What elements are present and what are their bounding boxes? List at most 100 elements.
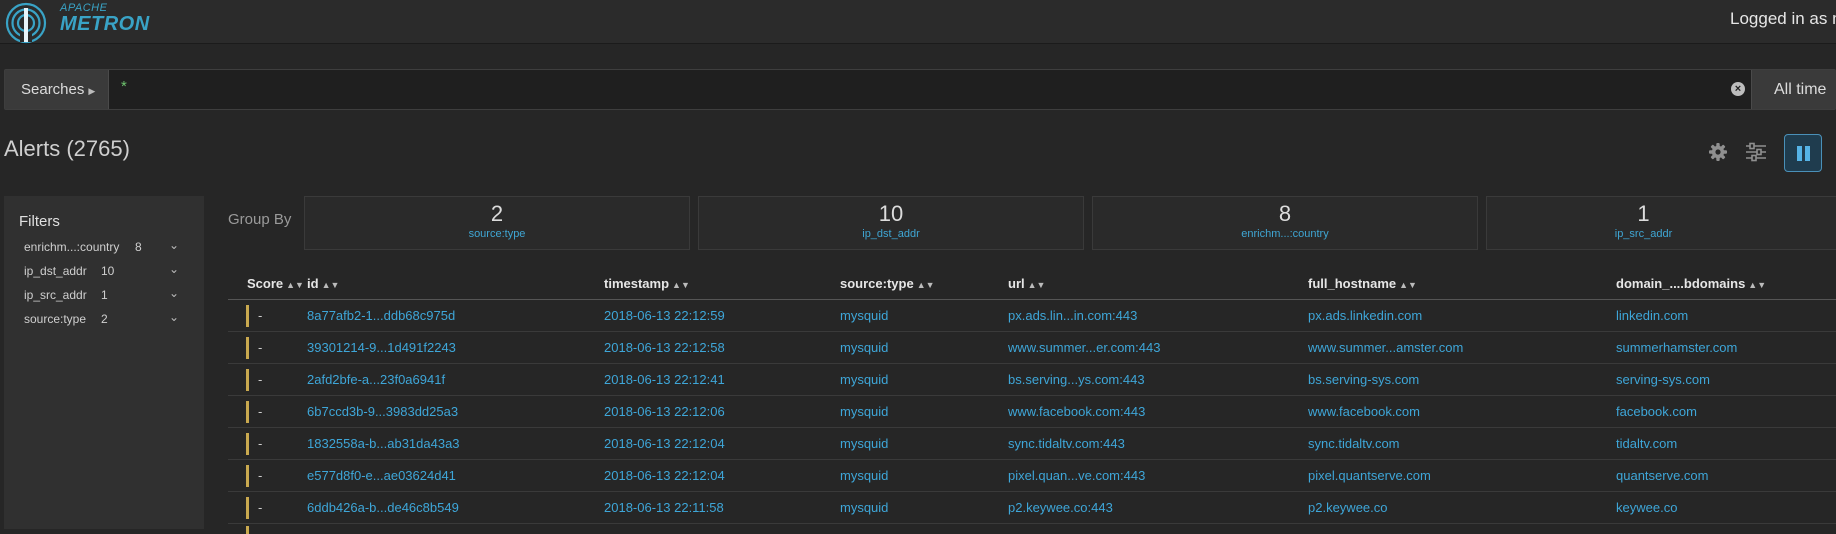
metron-logo[interactable]: APACHE METRON	[4, 0, 154, 44]
cell-url[interactable]: p2.keywee.co:443	[1008, 500, 1113, 515]
filters-panel: Filters enrichm...:country 8 ⌄ ip_dst_ad…	[4, 196, 204, 529]
table-row[interactable]: - 1832558a-b...ab31da43a3 2018-06-13 22:…	[228, 428, 1836, 460]
cell-score: -	[258, 468, 263, 483]
cell-score: -	[258, 372, 263, 387]
cell-timestamp[interactable]: 2018-06-13 22:12:04	[604, 468, 725, 483]
cell-domain[interactable]: summerhamster.com	[1616, 340, 1737, 355]
filter-item[interactable]: ip_dst_addr 10 ⌄	[24, 262, 189, 284]
column-header-source-type[interactable]: source:type ▲▼	[840, 276, 935, 291]
cell-source-type[interactable]: mysquid	[840, 468, 888, 483]
column-header-timestamp[interactable]: timestamp ▲▼	[604, 276, 690, 291]
sort-icon: ▲▼	[286, 280, 304, 290]
column-header-domain[interactable]: domain_....bdomains ▲▼	[1616, 276, 1766, 291]
filter-count: 10	[101, 264, 115, 278]
cell-id[interactable]: 1832558a-b...ab31da43a3	[307, 436, 460, 451]
cell-domain[interactable]: keywee.co	[1616, 500, 1677, 515]
group-by-card[interactable]: 1 ip_src_addr	[1486, 196, 1836, 250]
table-row[interactable]: - e577d8f0-e...ae03624d41 2018-06-13 22:…	[228, 460, 1836, 492]
logged-in-user[interactable]: Logged in as m	[1730, 9, 1836, 29]
group-count: 2	[490, 201, 504, 226]
cell-domain[interactable]: facebook.com	[1616, 404, 1697, 419]
cell-timestamp[interactable]: 2018-06-13 22:12:41	[604, 372, 725, 387]
cell-url[interactable]: www.facebook.com:443	[1008, 404, 1145, 419]
caret-right-icon: ▶	[88, 86, 96, 96]
sort-icon: ▲▼	[672, 280, 690, 290]
group-count: 10	[878, 201, 904, 226]
cell-score: -	[258, 404, 263, 419]
cell-source-type[interactable]: mysquid	[840, 372, 888, 387]
cell-source-type[interactable]: mysquid	[840, 436, 888, 451]
cell-domain[interactable]: tidaltv.com	[1616, 436, 1677, 451]
group-by-card[interactable]: 8 enrichm...:country	[1092, 196, 1478, 250]
sort-icon: ▲▼	[1027, 280, 1046, 290]
group-field: ip_src_addr	[1614, 228, 1673, 241]
pause-button[interactable]	[1784, 134, 1822, 172]
group-by-card[interactable]: 10 ip_dst_addr	[698, 196, 1084, 250]
column-label: source:type	[840, 276, 914, 291]
cell-source-type[interactable]: mysquid	[840, 340, 888, 355]
cell-timestamp[interactable]: 2018-06-13 22:12:58	[604, 340, 725, 355]
cell-source-type[interactable]: mysquid	[840, 500, 888, 515]
cell-timestamp[interactable]: 2018-06-13 22:12:04	[604, 436, 725, 451]
sort-icon: ▲▼	[321, 280, 340, 290]
table-row[interactable]: - 2afd2bfe-a...23f0a6941f 2018-06-13 22:…	[228, 364, 1836, 396]
sliders-icon[interactable]	[1745, 142, 1767, 162]
search-query-input[interactable]: *	[121, 78, 127, 95]
chevron-down-icon[interactable]: ⌄	[169, 238, 179, 252]
gear-icon[interactable]	[1708, 142, 1728, 162]
cell-url[interactable]: www.summer...er.com:443	[1008, 340, 1160, 355]
cell-url[interactable]: px.ads.lin...in.com:443	[1008, 308, 1137, 323]
chevron-down-icon[interactable]: ⌄	[169, 286, 179, 300]
table-row[interactable]: - 6b7ccd3b-9...3983dd25a3 2018-06-13 22:…	[228, 396, 1836, 428]
column-label: url	[1008, 276, 1025, 291]
cell-domain[interactable]: quantserve.com	[1616, 468, 1709, 483]
cell-url[interactable]: bs.serving...ys.com:443	[1008, 372, 1145, 387]
cell-id[interactable]: 2afd2bfe-a...23f0a6941f	[307, 372, 445, 387]
cell-source-type[interactable]: mysquid	[840, 308, 888, 323]
group-by-card[interactable]: 2 source:type	[304, 196, 690, 250]
cell-id[interactable]: 6b7ccd3b-9...3983dd25a3	[307, 404, 458, 419]
table-row[interactable]: - 8a77afb2-1...ddb68c975d 2018-06-13 22:…	[228, 300, 1836, 332]
column-header-id[interactable]: id ▲▼	[307, 276, 339, 291]
searches-button[interactable]: Searches ▶	[5, 70, 109, 109]
group-count: 8	[1278, 201, 1292, 226]
table-row[interactable]: - 39301214-9...1d491f2243 2018-06-13 22:…	[228, 332, 1836, 364]
time-range-button[interactable]: All time	[1751, 70, 1836, 109]
cell-full-hostname[interactable]: bs.serving-sys.com	[1308, 372, 1419, 387]
cell-id[interactable]: e577d8f0-e...ae03624d41	[307, 468, 456, 483]
cell-full-hostname[interactable]: p2.keywee.co	[1308, 500, 1388, 515]
cell-url[interactable]: sync.tidaltv.com:443	[1008, 436, 1125, 451]
score-indicator	[246, 337, 249, 359]
filter-name: ip_src_addr	[24, 288, 87, 302]
cell-id[interactable]: 6ddb426a-b...de46c8b549	[307, 500, 459, 515]
cell-full-hostname[interactable]: www.facebook.com	[1308, 404, 1420, 419]
cell-timestamp[interactable]: 2018-06-13 22:11:58	[604, 500, 724, 515]
cell-full-hostname[interactable]: sync.tidaltv.com	[1308, 436, 1400, 451]
cell-timestamp[interactable]: 2018-06-13 22:12:59	[604, 308, 725, 323]
chevron-down-icon[interactable]: ⌄	[169, 310, 179, 324]
sort-icon: ▲▼	[916, 280, 935, 290]
table-row[interactable]: - 6ddb426a-b...de46c8b549 2018-06-13 22:…	[228, 492, 1836, 524]
cell-source-type[interactable]: mysquid	[840, 404, 888, 419]
clear-search-icon[interactable]: ×	[1731, 82, 1745, 96]
filter-item[interactable]: enrichm...:country 8 ⌄	[24, 238, 189, 260]
alerts-title: Alerts (2765)	[4, 136, 130, 161]
cell-timestamp[interactable]: 2018-06-13 22:12:06	[604, 404, 725, 419]
column-header-score[interactable]: Score ▲▼	[247, 276, 304, 291]
cell-domain[interactable]: linkedin.com	[1616, 308, 1688, 323]
cell-id[interactable]: 8a77afb2-1...ddb68c975d	[307, 308, 455, 323]
cell-id[interactable]: 39301214-9...1d491f2243	[307, 340, 456, 355]
cell-domain[interactable]: serving-sys.com	[1616, 372, 1710, 387]
cell-full-hostname[interactable]: www.summer...amster.com	[1308, 340, 1463, 355]
column-header-url[interactable]: url ▲▼	[1008, 276, 1045, 291]
cell-score: -	[258, 436, 263, 451]
chevron-down-icon[interactable]: ⌄	[169, 262, 179, 276]
filter-item[interactable]: source:type 2 ⌄	[24, 310, 189, 332]
score-indicator	[246, 465, 249, 487]
column-header-full-hostname[interactable]: full_hostname ▲▼	[1308, 276, 1417, 291]
cell-full-hostname[interactable]: px.ads.linkedin.com	[1308, 308, 1422, 323]
filter-name: enrichm...:country	[24, 240, 120, 254]
cell-full-hostname[interactable]: pixel.quantserve.com	[1308, 468, 1431, 483]
cell-url[interactable]: pixel.quan...ve.com:443	[1008, 468, 1145, 483]
filter-item[interactable]: ip_src_addr 1 ⌄	[24, 286, 189, 308]
